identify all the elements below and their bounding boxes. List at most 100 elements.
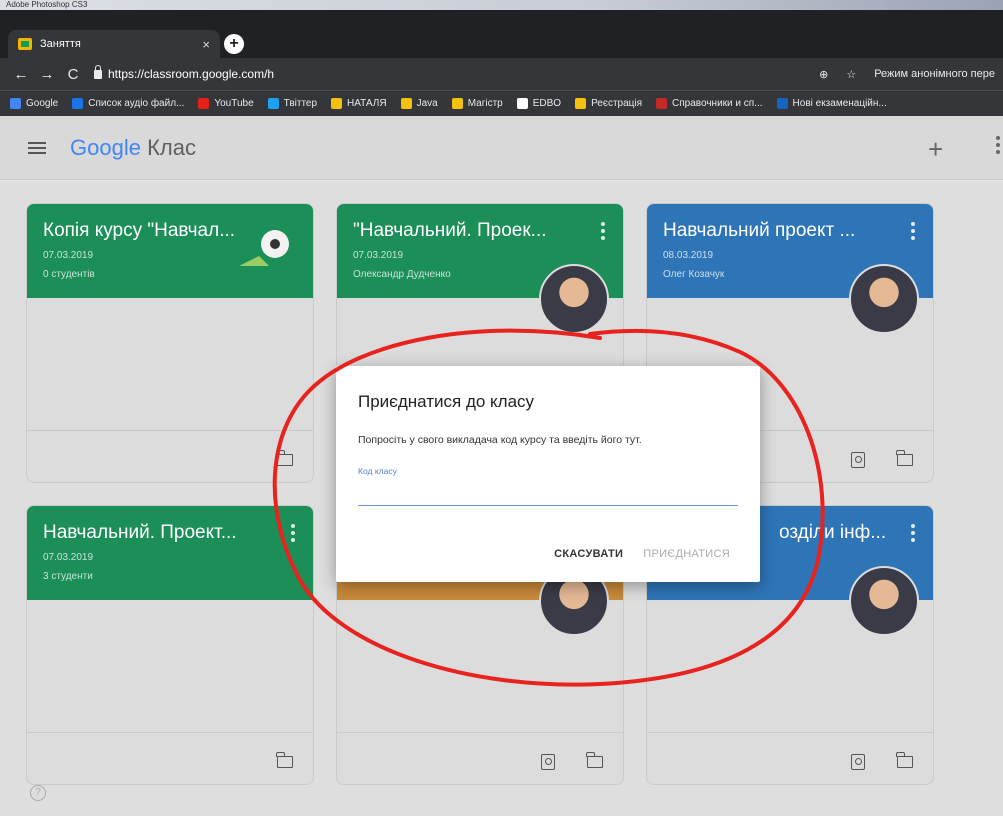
- bookmark-item[interactable]: Реєстрація: [575, 98, 642, 109]
- soccer-ball-icon: [239, 230, 289, 266]
- bookmark-item[interactable]: YouTube: [198, 98, 254, 109]
- bookmark-label: Java: [416, 98, 438, 109]
- brand-google: Google: [70, 134, 141, 160]
- add-class-icon[interactable]: +: [928, 134, 943, 165]
- card-footer: [337, 732, 623, 784]
- reload-icon[interactable]: C: [60, 66, 86, 83]
- bookmark-label: YouTube: [214, 98, 254, 109]
- card-footer: [647, 732, 933, 784]
- bookmark-icon: [267, 98, 279, 109]
- app-brand[interactable]: Google Клас: [70, 135, 196, 161]
- card-more-icon[interactable]: [601, 222, 605, 243]
- url-text: https://classroom.google.com/h: [108, 67, 275, 81]
- bookmark-icon: [451, 98, 463, 109]
- bookmark-item[interactable]: Google: [10, 98, 58, 109]
- help-icon[interactable]: ?: [30, 785, 46, 801]
- class-card-4[interactable]: Навчальний. Проект... 07.03.2019 3 студе…: [26, 505, 314, 785]
- card-more-icon[interactable]: [291, 524, 295, 545]
- card-date: 07.03.2019: [353, 250, 404, 261]
- folder-icon[interactable]: [276, 450, 293, 466]
- bookmark-item[interactable]: Нові екзаменаційн...: [776, 98, 887, 109]
- class-code-label: Код класу: [358, 466, 397, 476]
- bookmark-icon: [400, 98, 412, 109]
- card-footer: [27, 732, 313, 784]
- bookmark-icon: [10, 98, 21, 109]
- classroom-favicon-icon: [18, 38, 32, 50]
- card-date: 08.03.2019: [663, 250, 714, 261]
- card-title[interactable]: Навчальний проект ...: [663, 220, 893, 242]
- bookmark-item[interactable]: EDBO: [516, 98, 562, 109]
- card-more-icon[interactable]: [911, 524, 915, 545]
- folder-icon[interactable]: [896, 450, 913, 466]
- bookmark-item[interactable]: Магістр: [451, 98, 503, 109]
- tab-title: Заняття: [40, 38, 81, 50]
- new-tab-button[interactable]: +: [224, 34, 244, 54]
- tab-bar: Заняття × +: [0, 10, 1003, 58]
- bookmark-icon: [776, 98, 788, 109]
- os-title-strip: Adobe Photoshop CS3: [0, 0, 1003, 10]
- join-button[interactable]: ПРИЄДНАТИСЯ: [643, 548, 730, 560]
- app-header: Google Клас +: [0, 116, 1003, 180]
- folder-icon[interactable]: [586, 752, 603, 768]
- bookmark-icon: [516, 98, 528, 109]
- card-banner[interactable]: Навчальний. Проект... 07.03.2019 3 студе…: [27, 506, 313, 600]
- card-more-icon[interactable]: [911, 222, 915, 243]
- bookmark-label: Список аудіо файл...: [88, 98, 185, 109]
- bookmark-item[interactable]: НАТАЛЯ: [331, 98, 387, 109]
- more-menu-icon[interactable]: [996, 136, 1000, 158]
- join-class-dialog: Приєднатися до класу Попросіть у свого в…: [336, 366, 760, 582]
- bookmark-icon: [656, 98, 668, 109]
- tab-active[interactable]: Заняття ×: [8, 30, 220, 58]
- dialog-title: Приєднатися до класу: [358, 392, 535, 411]
- bookmarks-bar: Google Список аудіо файл... YouTube Твіттер…: [0, 90, 1003, 116]
- bookmark-item[interactable]: Список аудіо файл...: [72, 98, 184, 109]
- incognito-label: Режим анонімного пере: [874, 68, 995, 80]
- teacher-avatar: [849, 264, 919, 334]
- portfolio-icon[interactable]: [541, 754, 555, 770]
- dialog-actions: СКАСУВАТИ ПРИЄДНАТИСЯ: [554, 548, 730, 560]
- bookmark-item[interactable]: Твіттер: [267, 98, 318, 109]
- bookmark-label: НАТАЛЯ: [347, 98, 387, 109]
- folder-icon[interactable]: [896, 752, 913, 768]
- close-tab-icon[interactable]: ×: [202, 37, 210, 52]
- dialog-description: Попросіть у свого викладача код курсу та…: [358, 434, 642, 446]
- bookmark-label: Твіттер: [283, 98, 318, 109]
- teacher-avatar: [849, 566, 919, 636]
- bookmark-item[interactable]: Справочники и сп...: [656, 98, 763, 109]
- address-bar-right: ⊕ ☆ Режим анонімного пере: [819, 68, 995, 81]
- bookmark-label: EDBO: [532, 98, 562, 109]
- card-title[interactable]: "Навчальний. Проек...: [353, 220, 583, 242]
- folder-icon[interactable]: [276, 752, 293, 768]
- card-subtitle: 0 студентів: [43, 269, 95, 280]
- bookmark-icon: [575, 98, 587, 109]
- card-banner[interactable]: Копія курсу "Навчал... 07.03.2019 0 студ…: [27, 204, 313, 298]
- card-title[interactable]: Навчальний. Проект...: [43, 522, 273, 544]
- class-code-input[interactable]: [358, 482, 738, 506]
- screen: Adobe Photoshop CS3 Заняття × + ← → C ht…: [0, 0, 1003, 816]
- bookmark-label: Нові екзаменаційн...: [792, 98, 887, 109]
- address-bar: ← → C https://classroom.google.com/h ⊕ ☆…: [0, 58, 1003, 90]
- bookmark-icon: [331, 98, 343, 109]
- portfolio-icon[interactable]: [851, 754, 865, 770]
- star-icon[interactable]: ☆: [846, 68, 856, 81]
- bookmark-label: Справочники и сп...: [672, 98, 763, 109]
- bookmark-label: Магістр: [467, 98, 503, 109]
- portfolio-icon[interactable]: [851, 452, 865, 468]
- card-subtitle: 3 студенти: [43, 571, 93, 582]
- back-arrow-icon[interactable]: ←: [8, 66, 34, 83]
- menu-icon[interactable]: [28, 141, 46, 154]
- bookmark-icon: [72, 98, 84, 109]
- forward-arrow-icon[interactable]: →: [34, 66, 60, 83]
- teacher-avatar: [539, 264, 609, 334]
- bookmark-label: Google: [26, 98, 59, 109]
- class-card-1[interactable]: Копія курсу "Навчал... 07.03.2019 0 студ…: [26, 203, 314, 483]
- card-footer: [27, 430, 313, 482]
- card-date: 07.03.2019: [43, 552, 94, 563]
- lock-icon: [94, 64, 102, 79]
- zoom-icon[interactable]: ⊕: [819, 68, 828, 81]
- cancel-button[interactable]: СКАСУВАТИ: [554, 548, 623, 560]
- bookmark-icon: [198, 98, 210, 109]
- os-title: Adobe Photoshop CS3: [6, 0, 88, 9]
- bookmark-item[interactable]: Java: [400, 98, 438, 109]
- url-field[interactable]: https://classroom.google.com/h: [94, 64, 275, 81]
